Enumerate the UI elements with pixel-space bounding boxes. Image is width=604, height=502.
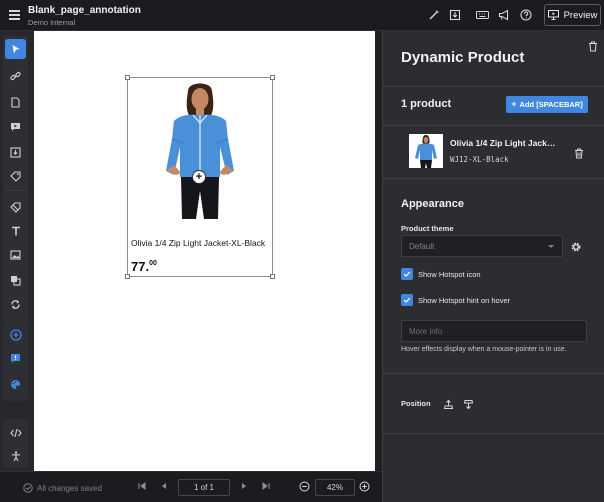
left-toolbar bbox=[0, 31, 34, 471]
appearance-heading: Appearance bbox=[401, 198, 464, 210]
product-item-name[interactable]: Olivia 1/4 Zip Light Jack… bbox=[450, 138, 555, 148]
download-icon[interactable] bbox=[448, 8, 462, 22]
divider bbox=[383, 125, 604, 126]
alert-icon[interactable] bbox=[5, 348, 26, 368]
layers-tool-icon[interactable] bbox=[5, 270, 26, 290]
divider bbox=[383, 433, 604, 434]
bottom-bar: All changes saved 1 of 1 42% bbox=[0, 471, 382, 502]
product-theme-label: Product theme bbox=[401, 224, 454, 233]
divider bbox=[383, 178, 604, 179]
zoom-in-icon[interactable] bbox=[359, 481, 370, 494]
preview-button[interactable]: Preview bbox=[544, 4, 601, 26]
zoom-level[interactable]: 42% bbox=[315, 479, 355, 496]
megaphone-icon[interactable] bbox=[497, 8, 511, 22]
position-label: Position bbox=[401, 399, 431, 408]
page-indicator[interactable]: 1 of 1 bbox=[178, 479, 230, 496]
next-page-icon[interactable] bbox=[240, 482, 248, 492]
link-tool-icon[interactable] bbox=[5, 66, 26, 86]
text-tool-icon[interactable] bbox=[5, 221, 26, 241]
zoom-out-icon[interactable] bbox=[299, 481, 310, 494]
hover-hint-text: Hover effects display when a mouse-point… bbox=[401, 346, 567, 353]
download-tool-icon[interactable] bbox=[5, 142, 26, 162]
divider bbox=[383, 373, 604, 374]
plus-icon: + bbox=[511, 99, 517, 109]
more-info-input[interactable]: More info bbox=[401, 320, 587, 342]
chevron-down-icon bbox=[548, 245, 554, 248]
keyboard-icon[interactable] bbox=[475, 8, 489, 22]
menu-icon[interactable] bbox=[9, 10, 20, 20]
top-bar: Blank_page_annotation Demo Internal Prev… bbox=[0, 0, 604, 31]
trash-icon[interactable] bbox=[588, 39, 598, 57]
properties-panel: Dynamic Product 1 product + Add [SPACEBA… bbox=[382, 31, 604, 502]
canvas-area: + Olivia 1/4 Zip Light Jacket-XL-Black 7… bbox=[34, 31, 382, 471]
panel-title: Dynamic Product bbox=[401, 49, 525, 66]
anchor-bottom-icon[interactable] bbox=[463, 397, 474, 415]
anchor-top-icon[interactable] bbox=[443, 397, 454, 415]
monitor-icon bbox=[547, 10, 559, 20]
product-price: 77.00 bbox=[131, 259, 157, 274]
resize-handle-bottom-right[interactable] bbox=[270, 274, 275, 279]
resize-handle-top-left[interactable] bbox=[125, 75, 130, 80]
code-icon[interactable] bbox=[5, 423, 26, 443]
add-circle-icon[interactable] bbox=[5, 325, 26, 345]
preview-label: Preview bbox=[563, 9, 598, 21]
add-product-button[interactable]: + Add [SPACEBAR] bbox=[506, 96, 588, 113]
magic-wand-icon[interactable] bbox=[427, 8, 441, 22]
divider bbox=[383, 86, 604, 87]
editor-app: Blank_page_annotation Demo Internal Prev… bbox=[0, 0, 604, 502]
video-tool-icon[interactable] bbox=[5, 117, 26, 137]
product-item-sku: WJ12-XL-Black bbox=[450, 155, 509, 164]
document-title[interactable]: Blank_page_annotation bbox=[28, 5, 141, 16]
hotspot-plus-icon[interactable]: + bbox=[192, 170, 206, 184]
resize-handle-bottom-left[interactable] bbox=[125, 274, 130, 279]
remove-product-icon[interactable] bbox=[574, 146, 584, 164]
accessibility-icon[interactable] bbox=[5, 446, 26, 466]
checkbox-checked-icon[interactable] bbox=[401, 294, 413, 306]
page-canvas[interactable]: + Olivia 1/4 Zip Light Jacket-XL-Black 7… bbox=[34, 31, 375, 471]
checkbox-checked-icon[interactable] bbox=[401, 268, 413, 280]
show-hotspot-icon-checkbox[interactable]: Show Hotspot icon bbox=[401, 268, 481, 280]
first-page-icon[interactable] bbox=[138, 482, 146, 492]
gear-icon[interactable] bbox=[570, 240, 582, 258]
product-thumbnail[interactable] bbox=[409, 134, 443, 168]
product-theme-select[interactable]: Default bbox=[401, 235, 563, 257]
product-image bbox=[166, 83, 234, 219]
image-tool-icon[interactable] bbox=[5, 245, 26, 265]
product-name: Olivia 1/4 Zip Light Jacket-XL-Black bbox=[131, 238, 266, 248]
product-count: 1 product bbox=[401, 98, 452, 110]
workspace-name: Demo Internal bbox=[28, 18, 76, 27]
toolbar-divider bbox=[5, 190, 27, 191]
palette-icon[interactable] bbox=[5, 374, 26, 394]
help-icon[interactable] bbox=[519, 8, 533, 22]
show-hotspot-hint-checkbox[interactable]: Show Hotspot hint on hover bbox=[401, 294, 510, 306]
select-tool-icon[interactable] bbox=[5, 39, 26, 59]
check-circle-icon bbox=[23, 483, 33, 493]
tag-tool-icon[interactable] bbox=[5, 166, 26, 186]
eraser-tool-icon[interactable] bbox=[5, 197, 26, 217]
resize-handle-top-right[interactable] bbox=[270, 75, 275, 80]
prev-page-icon[interactable] bbox=[160, 482, 168, 492]
last-page-icon[interactable] bbox=[262, 482, 270, 492]
save-status: All changes saved bbox=[23, 483, 102, 493]
sync-tool-icon[interactable] bbox=[5, 294, 26, 314]
page-tool-icon[interactable] bbox=[5, 92, 26, 112]
